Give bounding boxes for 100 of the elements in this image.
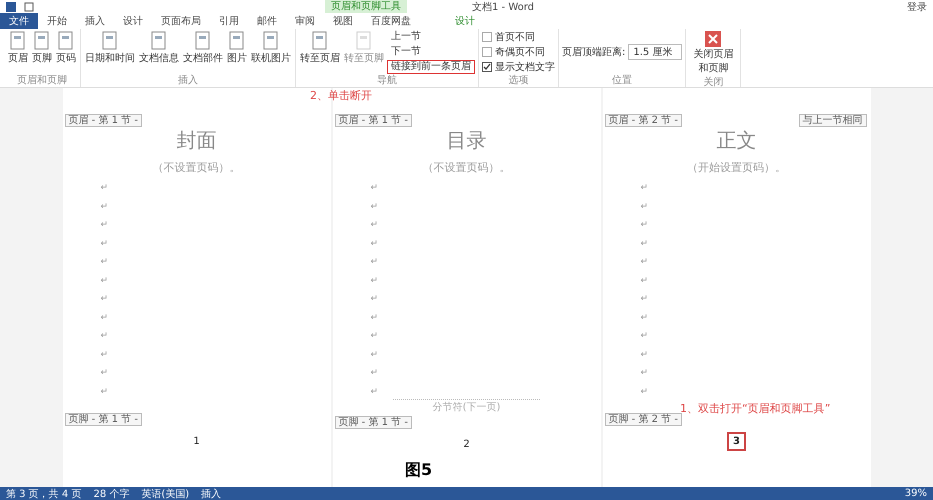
context-tab-group: 页眉和页脚工具 xyxy=(325,0,407,13)
spin-field[interactable]: 1.5 厘米 xyxy=(628,44,682,60)
status-mode: 插入 xyxy=(201,488,222,500)
document-icon xyxy=(9,31,27,51)
status-language: 英语(美国) xyxy=(141,488,190,500)
paragraph-mark: ↵ xyxy=(370,368,378,380)
paragraph-mark: ↵ xyxy=(640,238,648,250)
checkbox-label: 显示文档文字 xyxy=(495,60,555,74)
ribbon-button[interactable]: 日期和时间 xyxy=(84,29,136,75)
same-as-previous-tag: 与上一节相同 xyxy=(798,114,866,127)
status-words: 28 个字 xyxy=(93,488,130,500)
checkbox-label: 奇偶页不同 xyxy=(495,46,545,59)
annotation: 1、双击打开“页眉和页脚工具” xyxy=(680,401,830,416)
paragraph-mark: ↵ xyxy=(370,331,378,343)
ribbon-tab[interactable]: 百度网盘 xyxy=(362,13,420,29)
checkbox-label: 首页不同 xyxy=(495,31,535,44)
paragraph-mark: ↵ xyxy=(370,350,378,362)
paragraph-mark: ↵ xyxy=(100,350,108,362)
paragraph-mark: ↵ xyxy=(370,312,378,324)
page-number: 1 xyxy=(192,435,201,449)
page-note: （开始设置页码）。 xyxy=(687,160,786,175)
figure-caption: 图5 xyxy=(405,460,432,481)
ribbon-tab[interactable]: 视图 xyxy=(324,13,362,29)
ribbon-button[interactable]: 转至页眉 xyxy=(299,29,341,75)
paragraph-mark: ↵ xyxy=(370,294,378,306)
window-title: 文档1 - Word xyxy=(472,0,534,14)
paragraph-mark: ↵ xyxy=(370,257,378,269)
page-heading: 封面 xyxy=(176,127,216,154)
checkbox[interactable] xyxy=(482,32,492,42)
page-note: （不设置页码）。 xyxy=(422,160,510,175)
ribbon-button[interactable]: 页脚 xyxy=(31,29,53,75)
paragraph-mark: ↵ xyxy=(100,294,108,306)
ribbon-tab[interactable]: 设计 xyxy=(114,13,152,29)
group-label: 页眉和页脚 xyxy=(16,75,68,87)
ribbon-tab[interactable]: 审阅 xyxy=(286,13,324,29)
document-icon xyxy=(33,31,51,51)
ribbon-button[interactable]: 联机图片 xyxy=(250,29,292,75)
zoom-level: 39% xyxy=(904,488,927,499)
ribbon-tab[interactable]: 设计 xyxy=(436,13,494,29)
checkbox[interactable] xyxy=(482,62,492,72)
page-heading: 正文 xyxy=(716,127,756,154)
group-label: 位置 xyxy=(611,75,634,87)
ribbon-tab[interactable]: 页面布局 xyxy=(152,13,210,29)
footer-tag: 页脚 - 第 1 节 - xyxy=(334,416,412,429)
ribbon-button[interactable]: 图片 xyxy=(226,29,248,75)
paragraph-mark: ↵ xyxy=(100,220,108,232)
footer-tag: 页脚 - 第 2 节 - xyxy=(604,413,682,426)
paragraph-mark: ↵ xyxy=(640,220,648,232)
page-heading: 目录 xyxy=(446,127,486,154)
document-icon xyxy=(150,31,168,51)
page-number: 3 xyxy=(727,432,746,451)
paragraph-mark: ↵ xyxy=(640,386,648,398)
paragraph-mark: ↵ xyxy=(640,368,648,380)
ribbon-button[interactable]: 页码 xyxy=(55,29,77,75)
paragraph-mark: ↵ xyxy=(640,350,648,362)
paragraph-mark: ↵ xyxy=(370,183,378,195)
ribbon-button[interactable]: 链接到前一条页眉 xyxy=(387,60,475,74)
paragraph-mark: ↵ xyxy=(100,183,108,195)
group-label: 选项 xyxy=(508,75,530,87)
checkbox[interactable] xyxy=(482,47,492,57)
close-button[interactable]: 关闭页眉和页脚 xyxy=(689,29,738,77)
document-icon xyxy=(57,31,75,51)
paragraph-mark: ↵ xyxy=(640,276,648,288)
paragraph-mark: ↵ xyxy=(100,312,108,324)
paragraph-mark: ↵ xyxy=(640,312,648,324)
document-icon xyxy=(101,31,119,51)
ribbon-button[interactable]: 下一节 xyxy=(387,45,475,59)
ribbon-button[interactable]: 文档部件 xyxy=(182,29,224,75)
ribbon-button[interactable]: 文档信息 xyxy=(138,29,180,75)
ribbon-tab[interactable]: 开始 xyxy=(38,13,76,29)
paragraph-mark: ↵ xyxy=(640,183,648,195)
document-icon xyxy=(355,31,373,51)
page-number: 2 xyxy=(462,438,471,452)
ribbon-button[interactable]: 页眉 xyxy=(7,29,29,75)
sign-in-link[interactable]: 登录 xyxy=(907,0,927,14)
ribbon-tab[interactable]: 文件 xyxy=(0,13,38,29)
document-icon xyxy=(311,31,329,51)
paragraph-mark: ↵ xyxy=(370,238,378,250)
paragraph-mark: ↵ xyxy=(640,294,648,306)
header-tag: 页眉 - 第 1 节 - xyxy=(334,114,412,127)
paragraph-mark: ↵ xyxy=(370,276,378,288)
paragraph-mark: ↵ xyxy=(640,202,648,214)
paragraph-mark: ↵ xyxy=(640,257,648,269)
ribbon-tab[interactable]: 引用 xyxy=(210,13,248,29)
paragraph-mark: ↵ xyxy=(100,202,108,214)
page-note: （不设置页码）。 xyxy=(152,160,240,175)
header-tag: 页眉 - 第 1 节 - xyxy=(64,114,142,127)
ribbon-tab[interactable]: 邮件 xyxy=(248,13,286,29)
document-icon xyxy=(228,31,246,51)
status-page: 第 3 页，共 4 页 xyxy=(6,488,82,500)
footer-tag: 页脚 - 第 1 节 - xyxy=(64,413,142,426)
paragraph-mark: ↵ xyxy=(370,386,378,398)
paragraph-mark: ↵ xyxy=(370,202,378,214)
document-icon xyxy=(262,31,280,51)
annotation: 2、单击断开 xyxy=(310,88,372,103)
paragraph-mark: ↵ xyxy=(100,331,108,343)
ribbon-button[interactable]: 上一节 xyxy=(387,30,475,44)
paragraph-mark: ↵ xyxy=(100,257,108,269)
ribbon-tab[interactable]: 插入 xyxy=(76,13,114,29)
group-label: 导航 xyxy=(376,75,398,87)
